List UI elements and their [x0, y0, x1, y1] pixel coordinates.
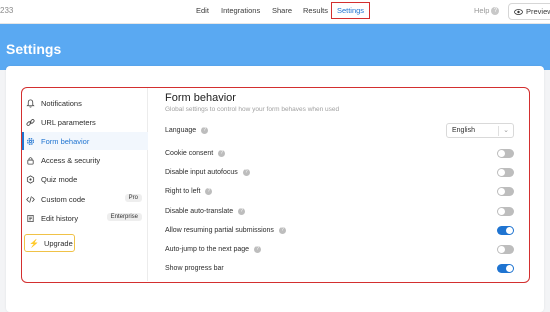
- page-header: Settings: [0, 24, 550, 70]
- tab-integrations[interactable]: Integrations: [221, 6, 260, 15]
- tab-settings[interactable]: Settings: [331, 2, 370, 19]
- preview-button[interactable]: Preview: [508, 3, 550, 20]
- preview-label: Preview: [526, 7, 550, 16]
- help-label: Help: [474, 6, 490, 15]
- tab-edit[interactable]: Edit: [196, 6, 209, 15]
- page-title: Settings: [6, 41, 62, 57]
- highlight-frame: [21, 87, 530, 283]
- help-link[interactable]: Help?: [474, 6, 500, 16]
- tab-results[interactable]: Results: [303, 6, 328, 15]
- help-icon: ?: [491, 7, 500, 16]
- form-id: 233: [0, 6, 14, 15]
- eye-icon: [514, 8, 523, 15]
- tab-share[interactable]: Share: [272, 6, 292, 15]
- top-bar: 233 Edit Integrations Share Results Sett…: [0, 0, 550, 24]
